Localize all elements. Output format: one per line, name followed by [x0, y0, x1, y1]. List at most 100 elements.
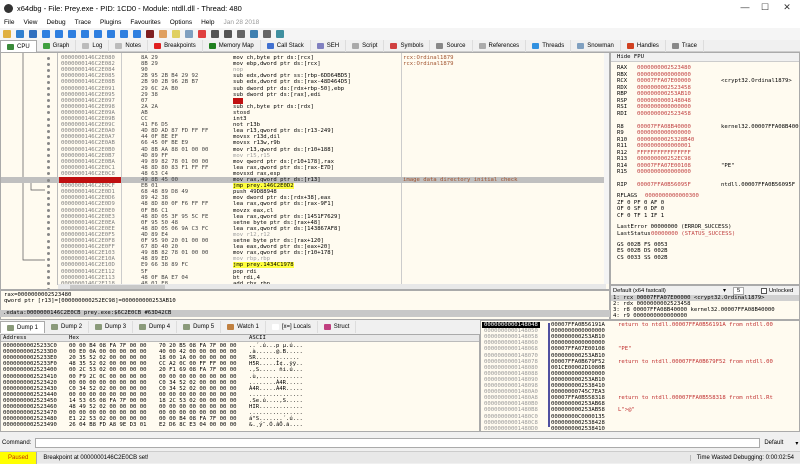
menu-plugins[interactable]: Plugins [100, 19, 121, 26]
register-value[interactable]: 000000000252EC98 [637, 156, 691, 162]
breakpoint-dot[interactable] [47, 179, 50, 182]
register-value[interactable]: 0000000000000300 [645, 193, 699, 199]
register-value[interactable]: 0000000000000000 [637, 72, 691, 78]
register-value[interactable]: 0000000000000001 [637, 143, 691, 149]
hide-fpu-button[interactable]: Hide FPU [611, 53, 799, 62]
register-value[interactable]: 0000000000000000 [637, 104, 691, 110]
arg-count-spinner[interactable]: 5 [733, 287, 744, 295]
register-rbx[interactable]: RBX0000000000000000 [617, 72, 691, 78]
breakpoint-dot[interactable] [47, 105, 50, 108]
minimize-button[interactable]: — [735, 2, 755, 12]
breakpoint-dot[interactable] [47, 148, 50, 151]
breakpoint-dot[interactable] [47, 258, 50, 261]
breakpoint-dot[interactable] [47, 240, 50, 243]
breakpoint-dot[interactable] [47, 124, 50, 127]
argument-row[interactable]: 4: r9 0000000000000000 [611, 313, 799, 319]
register-value[interactable]: FFFFFFFFFFFFFFFF [637, 150, 691, 156]
breakpoint-dot[interactable] [47, 270, 50, 273]
breakpoint-dot[interactable] [47, 203, 50, 206]
register-rax[interactable]: RAX0000000002523480 [617, 65, 691, 71]
tab-script[interactable]: Script [346, 40, 384, 52]
register-value[interactable]: 00000000025328B40 [637, 137, 694, 143]
tab-notes[interactable]: Notes [109, 40, 148, 52]
tab-dump-5[interactable]: Dump 5 [177, 321, 221, 333]
menu-options[interactable]: Options [170, 19, 192, 26]
register-value[interactable]: 00007FFA07E00108 [637, 163, 691, 169]
tab-references[interactable]: References [473, 40, 527, 52]
dump-ascii[interactable]: &.¸ý¨.Ó.âÖ.ã.... [249, 422, 303, 428]
register-value[interactable]: 0000000000000000 [637, 169, 691, 175]
toolbar-button-icon[interactable] [55, 30, 63, 38]
breakpoint-dot[interactable] [47, 264, 50, 267]
menu-trace[interactable]: Trace [75, 19, 91, 26]
tab-trace[interactable]: Trace [666, 40, 704, 52]
breakpoint-dot[interactable] [47, 209, 50, 212]
tab-graph[interactable]: Graph [37, 40, 77, 52]
command-mode-select[interactable]: Default [764, 440, 783, 446]
tab-dump-4[interactable]: Dump 4 [133, 321, 177, 333]
toolbar-button-icon[interactable] [107, 30, 115, 38]
register-rcx[interactable]: RCX00007FFA07E00000<crypt32.Ordinal1879> [617, 78, 691, 84]
register-r12[interactable]: R12FFFFFFFFFFFFFFFF [617, 150, 691, 156]
menu-help[interactable]: Help [201, 19, 214, 26]
menu-view[interactable]: View [23, 19, 37, 26]
calling-convention-select[interactable]: Default (x64 fastcall) [613, 288, 666, 294]
tab-memory-map[interactable]: Memory Map [203, 40, 261, 52]
tab-log[interactable]: Log [76, 40, 109, 52]
toolbar-button-icon[interactable] [94, 30, 102, 38]
dump-view[interactable]: Address Hex ASCII 00000000025233C000 00 … [0, 334, 480, 432]
toolbar-button-icon[interactable] [29, 30, 37, 38]
register-value[interactable]: 0000000000148048 [637, 98, 691, 104]
breakpoint-dot[interactable] [47, 136, 50, 139]
menu-debug[interactable]: Debug [46, 19, 65, 26]
breakpoint-dot[interactable] [47, 81, 50, 84]
breakpoint-dot[interactable] [47, 87, 50, 90]
stack-row[interactable]: 00000000001480D00000000002538410 [481, 426, 799, 432]
flags-row[interactable]: OF 0 SF 0 DF 0 [617, 206, 664, 212]
chevron-down-icon[interactable]: ▾ [795, 440, 798, 447]
toolbar-button-icon[interactable] [263, 30, 271, 38]
tab-handles[interactable]: Handles [621, 40, 666, 52]
breakpoint-dot[interactable] [47, 172, 50, 175]
tab--x-locals[interactable]: [x=] Locals [266, 321, 318, 333]
breakpoint-dot[interactable] [47, 166, 50, 169]
register-value[interactable]: 00007FFA07E00000 [637, 78, 691, 84]
maximize-button[interactable]: ☐ [755, 2, 775, 13]
segment-row[interactable]: ES 002B DS 002B [617, 248, 668, 254]
toolbar-button-icon[interactable] [211, 30, 219, 38]
breakpoint-dot[interactable] [47, 276, 50, 279]
breakpoint-dot[interactable] [47, 118, 50, 121]
register-r15[interactable]: R150000000000000000 [617, 169, 691, 175]
close-button[interactable]: ✕ [777, 2, 797, 13]
register-r10[interactable]: R1000000000025328B40 [617, 137, 694, 143]
breakpoint-dot[interactable] [47, 69, 50, 72]
breakpoint-dot[interactable] [47, 221, 50, 224]
toolbar-button-icon[interactable] [237, 30, 245, 38]
register-value[interactable]: 00007FFA0B56095F [637, 182, 691, 188]
tab-source[interactable]: Source [430, 40, 472, 52]
breakpoint-dot[interactable] [47, 191, 50, 194]
flags-row[interactable]: CF 0 TF 1 IF 1 [617, 213, 664, 219]
breakpoint-dot[interactable] [47, 93, 50, 96]
toolbar-button-icon[interactable] [185, 30, 193, 38]
toolbar-button-icon[interactable] [120, 30, 128, 38]
toolbar-button-icon[interactable] [276, 30, 284, 38]
toolbar-button-icon[interactable] [198, 30, 206, 38]
tab-struct[interactable]: Struct [318, 321, 357, 333]
command-input[interactable] [35, 438, 760, 448]
tab-dump-2[interactable]: Dump 2 [45, 321, 89, 333]
breakpoint-dot[interactable] [47, 233, 50, 236]
register-r13[interactable]: R13000000000252EC98 [617, 156, 691, 162]
stack-view[interactable]: 000000000014804800007FFA0B56191Areturn t… [480, 320, 800, 432]
segment-row[interactable]: GS 002B FS 0053 [617, 242, 668, 248]
breakpoint-dot[interactable] [47, 63, 50, 66]
breakpoint-dot[interactable] [47, 185, 50, 188]
register-value[interactable]: 00007FFA08B40000 [637, 124, 691, 130]
breakpoint-dot[interactable] [47, 111, 50, 114]
breakpoint-dot[interactable] [47, 99, 50, 102]
register-r8[interactable]: R800007FFA08B40000kernel32.00007FFA08B40… [617, 124, 691, 130]
toolbar-button-icon[interactable] [81, 30, 89, 38]
tab-threads[interactable]: Threads [526, 40, 571, 52]
register-rsi[interactable]: RSI0000000000000000 [617, 104, 691, 110]
toolbar-button-icon[interactable] [42, 30, 50, 38]
